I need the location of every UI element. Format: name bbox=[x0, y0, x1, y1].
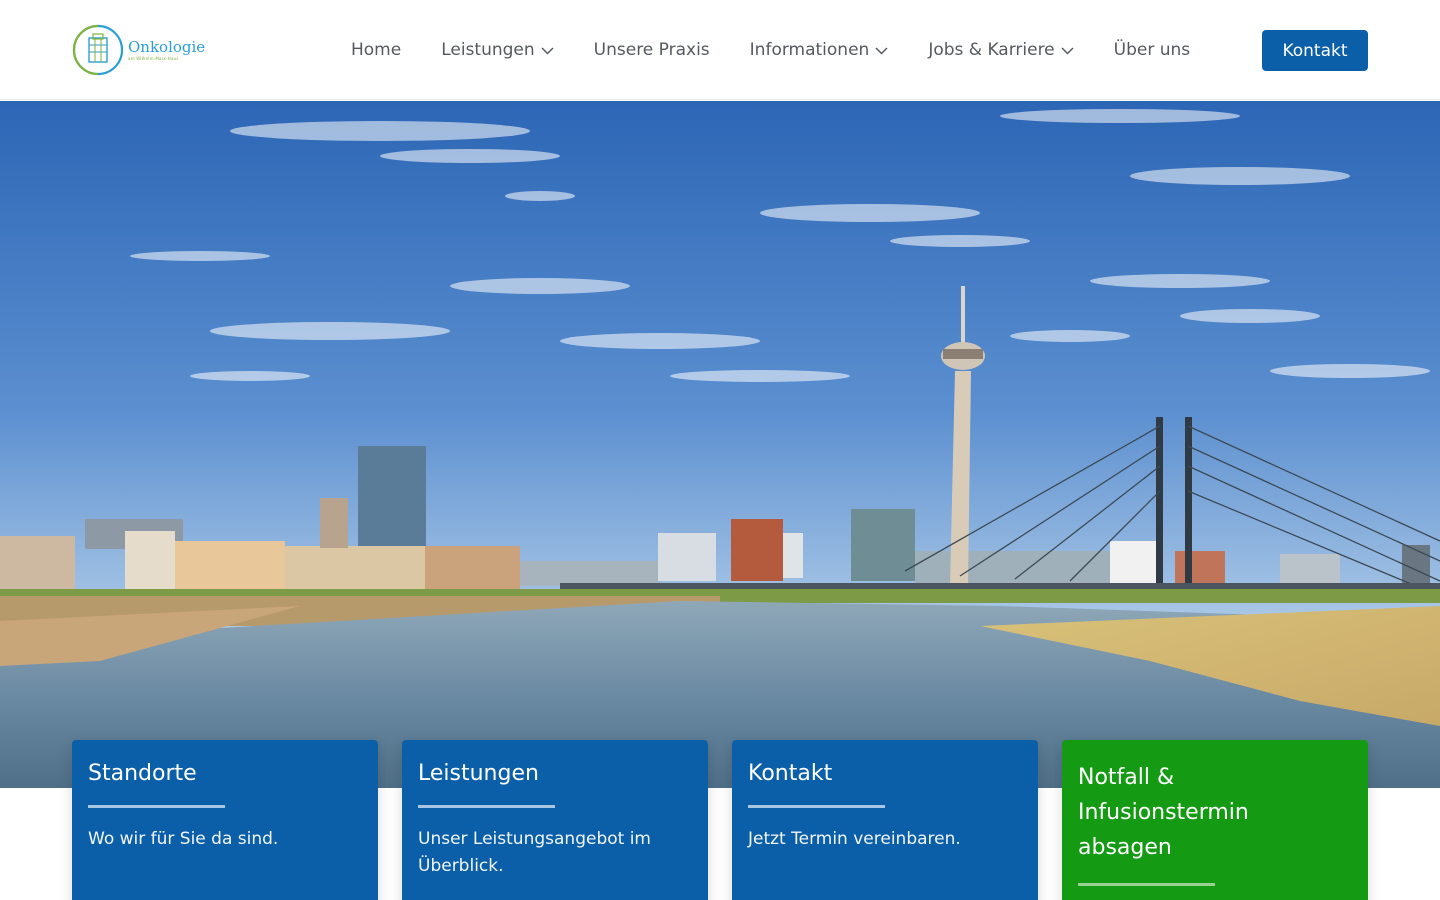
nav-item-ueber-uns[interactable]: Über uns bbox=[1094, 30, 1211, 70]
main-nav: Home Leistungen Unsere Praxis Informatio… bbox=[331, 30, 1210, 70]
logo-title: Onkologie bbox=[128, 38, 206, 56]
card-title: Standorte bbox=[88, 761, 197, 786]
card-title: Leistungen bbox=[418, 761, 539, 786]
logo-tagline: am Wilhelm-Marx-Haus bbox=[128, 56, 179, 61]
card-standorte[interactable]: Standorte Wo wir für Sie da sind. bbox=[72, 740, 378, 900]
card-divider bbox=[748, 805, 885, 808]
nav-item-label: Home bbox=[351, 40, 402, 60]
card-kontakt[interactable]: Kontakt Jetzt Termin vereinbaren. bbox=[732, 740, 1038, 900]
card-leistungen[interactable]: Leistungen Unser Leistungsangebot im Übe… bbox=[402, 740, 708, 900]
nav-item-unsere-praxis[interactable]: Unsere Praxis bbox=[574, 30, 730, 70]
nav-item-label: Jobs & Karriere bbox=[928, 40, 1055, 60]
card-text: Jetzt Termin vereinbaren. bbox=[748, 829, 961, 849]
nav-item-leistungen[interactable]: Leistungen bbox=[421, 30, 573, 70]
chevron-down-icon bbox=[1061, 46, 1074, 55]
card-title: Kontakt bbox=[748, 761, 833, 786]
card-text: Wo wir für Sie da sind. bbox=[88, 829, 279, 849]
card-text: Unser Leistungsangebot im Überblick. bbox=[418, 829, 651, 876]
nav-item-label: Leistungen bbox=[441, 40, 535, 60]
duesseldorf-skyline-image bbox=[0, 101, 1440, 788]
nav-item-label: Über uns bbox=[1113, 40, 1191, 60]
nav-item-jobs-karriere[interactable]: Jobs & Karriere bbox=[908, 30, 1093, 70]
card-divider bbox=[1078, 883, 1215, 886]
chevron-down-icon bbox=[541, 46, 554, 55]
card-divider bbox=[88, 805, 225, 808]
site-header: Onkologie am Wilhelm-Marx-Haus Home Leis… bbox=[0, 0, 1440, 100]
logo[interactable]: Onkologie am Wilhelm-Marx-Haus bbox=[72, 24, 205, 76]
card-divider bbox=[418, 805, 555, 808]
nav-item-label: Unsere Praxis bbox=[593, 40, 710, 60]
card-notfall[interactable]: Notfall & Infusionstermin absagen bbox=[1062, 740, 1368, 900]
hero-image bbox=[0, 101, 1440, 788]
nav-item-home[interactable]: Home bbox=[331, 30, 421, 70]
nav-item-label: Informationen bbox=[749, 40, 870, 60]
nav-item-informationen[interactable]: Informationen bbox=[730, 30, 909, 70]
logo-text: Onkologie am Wilhelm-Marx-Haus bbox=[128, 38, 205, 62]
chevron-down-icon bbox=[875, 46, 888, 55]
logo-icon bbox=[72, 24, 124, 76]
card-title: Notfall & Infusionstermin absagen bbox=[1078, 765, 1249, 860]
kontakt-button[interactable]: Kontakt bbox=[1262, 30, 1368, 71]
